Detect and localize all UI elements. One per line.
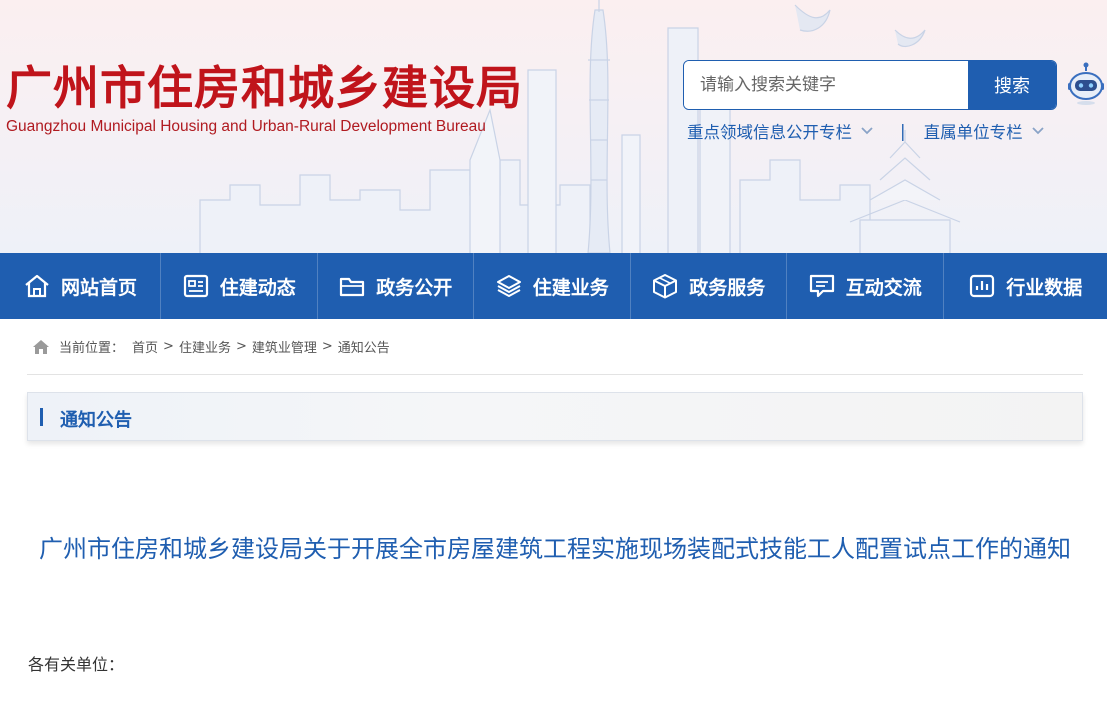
search-button[interactable]: 搜索 (968, 61, 1056, 109)
search-box: 搜索 (683, 60, 1057, 110)
site-subtitle: Guangzhou Municipal Housing and Urban-Ru… (6, 118, 486, 135)
nav-label: 住建动态 (219, 276, 296, 299)
article-title: 广州市住房和城乡建设局关于开展全市房屋建筑工程实施现场装配式技能工人配置试点工作… (39, 535, 1071, 563)
robot-assistant-icon[interactable] (1066, 62, 1106, 106)
nav-item-home[interactable]: 网站首页 (0, 253, 161, 319)
chevron-down-icon (1031, 127, 1044, 135)
nav-item-government-services[interactable]: 政务服务 (631, 253, 787, 319)
quick-link-label: 重点领域信息公开专栏 (687, 123, 852, 142)
nav-label: 互动交流 (845, 276, 922, 299)
nav-item-interaction[interactable]: 互动交流 (787, 253, 944, 319)
breadcrumb-divider (27, 374, 1083, 375)
quick-links: 重点领域信息公开专栏 | 直属单位专栏 (687, 119, 1045, 143)
news-icon (183, 274, 208, 298)
breadcrumb-link-home[interactable]: 首页 (132, 337, 158, 356)
home-icon (25, 274, 49, 298)
chevron-down-icon (861, 127, 873, 135)
section-accent-bar (40, 408, 43, 426)
nav-label: 行业数据 (1006, 276, 1083, 299)
quick-link-key-areas[interactable]: 重点领域信息公开专栏 (687, 119, 874, 143)
cube-icon (653, 274, 678, 299)
main-nav: 网站首页 住建动态 政务公开 住建业务 政务服务 互动交流 行业数据 (0, 253, 1107, 319)
nav-item-industry-data[interactable]: 行业数据 (944, 253, 1107, 319)
nav-label: 政务公开 (376, 276, 453, 299)
breadcrumb-separator: > (235, 339, 247, 354)
layers-icon (496, 275, 521, 297)
site-header: 广州市住房和城乡建设局 Guangzhou Municipal Housing … (0, 0, 1107, 253)
nav-label: 政务服务 (689, 276, 766, 299)
folder-icon (340, 277, 365, 297)
nav-label: 住建业务 (532, 276, 609, 299)
section-header: 通知公告 (27, 392, 1083, 441)
nav-item-construction-business[interactable]: 住建业务 (474, 253, 631, 319)
quick-link-separator: | (900, 121, 906, 141)
nav-item-open-government[interactable]: 政务公开 (318, 253, 474, 319)
bar-chart-icon (970, 274, 995, 298)
nav-item-news[interactable]: 住建动态 (161, 253, 318, 319)
breadcrumb-prefix: 当前位置： (59, 341, 125, 356)
quick-link-label: 直属单位专栏 (923, 123, 1023, 142)
breadcrumb-link-notices[interactable]: 通知公告 (338, 337, 390, 356)
breadcrumb-link-construction-management[interactable]: 建筑业管理 (252, 337, 317, 356)
section-title: 通知公告 (60, 410, 132, 431)
chat-icon (809, 274, 834, 298)
article-salutation: 各有关单位： (28, 655, 125, 674)
quick-link-affiliated-units[interactable]: 直属单位专栏 (924, 119, 1045, 143)
home-icon (33, 339, 49, 354)
breadcrumb-separator: > (321, 339, 333, 354)
breadcrumb-separator: > (163, 339, 174, 354)
breadcrumb: 当前位置： 首页 > 住建业务 > 建筑业管理 > 通知公告 (32, 337, 390, 356)
breadcrumb-link-construction-business[interactable]: 住建业务 (179, 337, 231, 356)
search-input[interactable] (684, 61, 968, 109)
nav-label: 网站首页 (60, 276, 137, 299)
site-title: 广州市住房和城乡建设局 (6, 61, 523, 115)
